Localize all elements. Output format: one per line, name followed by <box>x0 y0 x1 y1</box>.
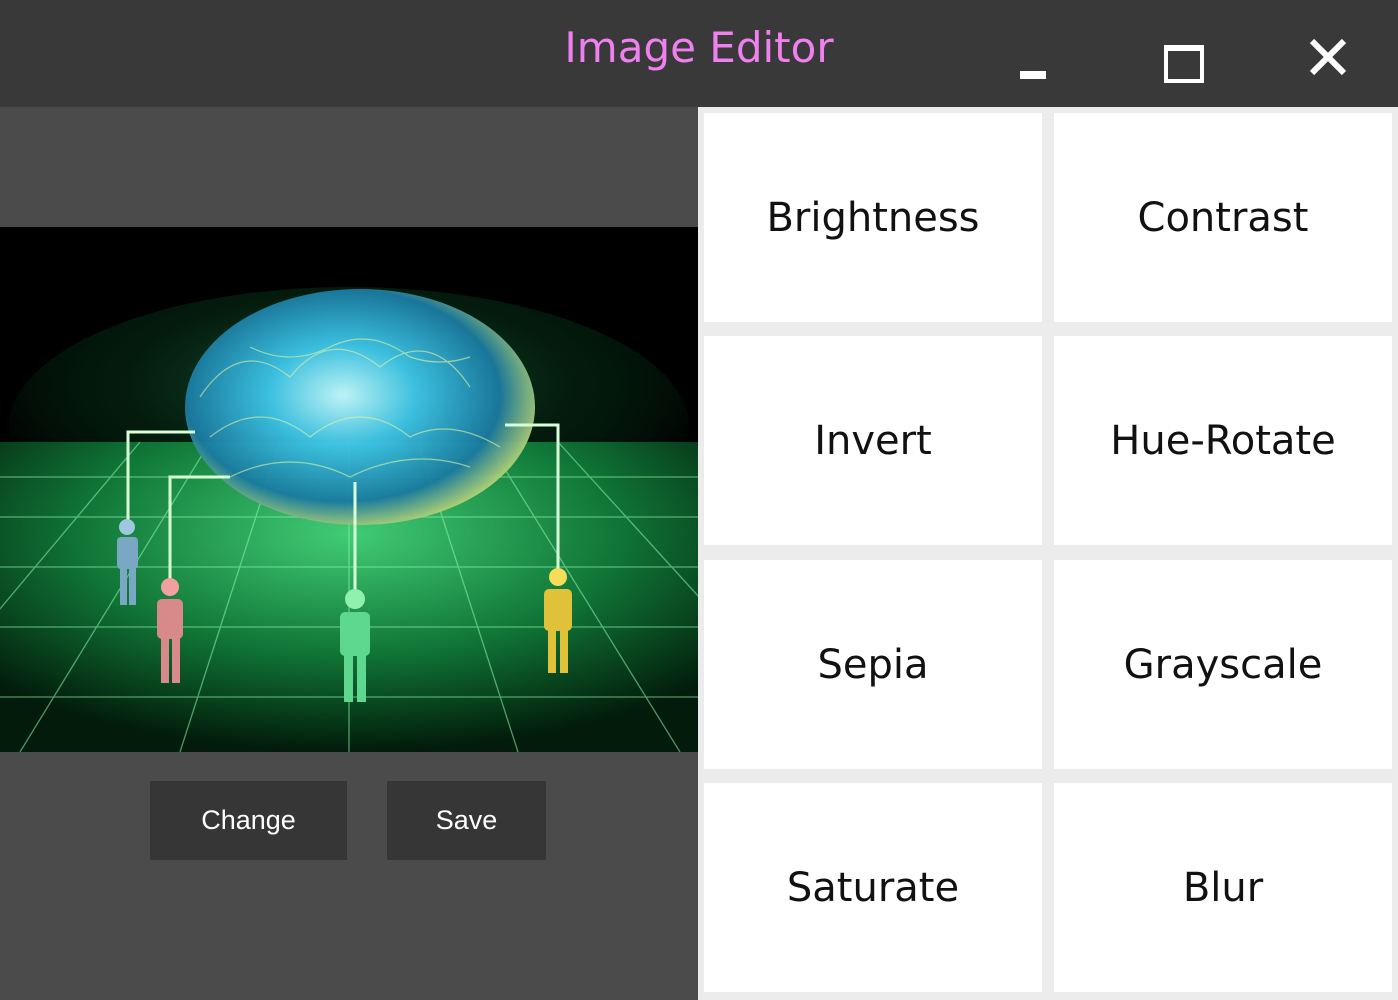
saturate-button[interactable]: Saturate <box>704 783 1042 992</box>
close-icon <box>1309 38 1347 76</box>
image-pane: Change Save <box>0 107 698 1000</box>
brain-network-image <box>0 227 698 752</box>
brightness-button[interactable]: Brightness <box>704 113 1042 322</box>
save-button[interactable]: Save <box>387 781 546 860</box>
filter-grid: Brightness Contrast Invert Hue-Rotate Se… <box>698 107 1398 1000</box>
maximize-button[interactable] <box>1132 0 1232 107</box>
minimize-icon <box>1020 71 1046 79</box>
grayscale-button[interactable]: Grayscale <box>1054 560 1392 769</box>
hue-rotate-button[interactable]: Hue-Rotate <box>1054 336 1392 545</box>
sepia-button[interactable]: Sepia <box>704 560 1042 769</box>
close-button[interactable] <box>1278 0 1378 107</box>
contrast-button[interactable]: Contrast <box>1054 113 1392 322</box>
blur-button[interactable]: Blur <box>1054 783 1392 992</box>
minimize-button[interactable] <box>983 0 1083 107</box>
invert-button[interactable]: Invert <box>704 336 1042 545</box>
title-bar: Image Editor <box>0 0 1398 107</box>
maximize-icon <box>1164 45 1204 83</box>
change-button[interactable]: Change <box>150 781 347 860</box>
image-preview <box>0 227 698 752</box>
